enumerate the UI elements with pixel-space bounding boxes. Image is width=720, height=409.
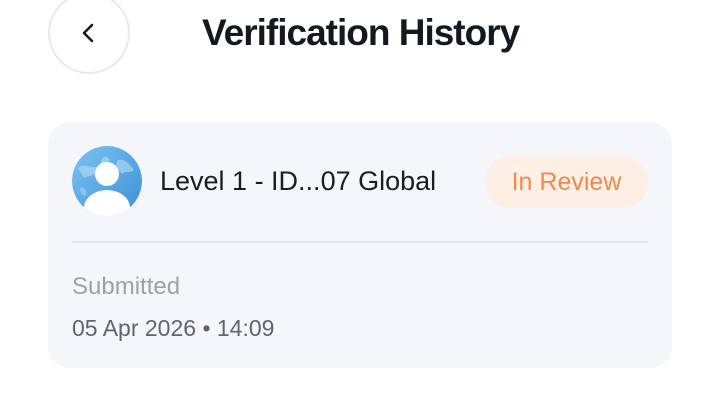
status-badge: In Review	[485, 156, 648, 208]
back-button[interactable]	[48, 0, 130, 74]
verification-history-screen: Verification History Level 1 - ID...07 G…	[0, 0, 720, 409]
chevron-left-icon	[82, 23, 94, 43]
divider	[72, 241, 648, 243]
verification-record-card[interactable]: Level 1 - ID...07 Global In Review Submi…	[48, 122, 672, 368]
user-globe-avatar-icon	[72, 146, 142, 216]
submitted-datetime: 05 Apr 2026 • 14:09	[72, 315, 275, 341]
account-name: Level 1 - ID...07 Global	[160, 166, 437, 196]
page-title: Verification History	[202, 12, 520, 53]
submitted-label: Submitted	[72, 273, 181, 300]
